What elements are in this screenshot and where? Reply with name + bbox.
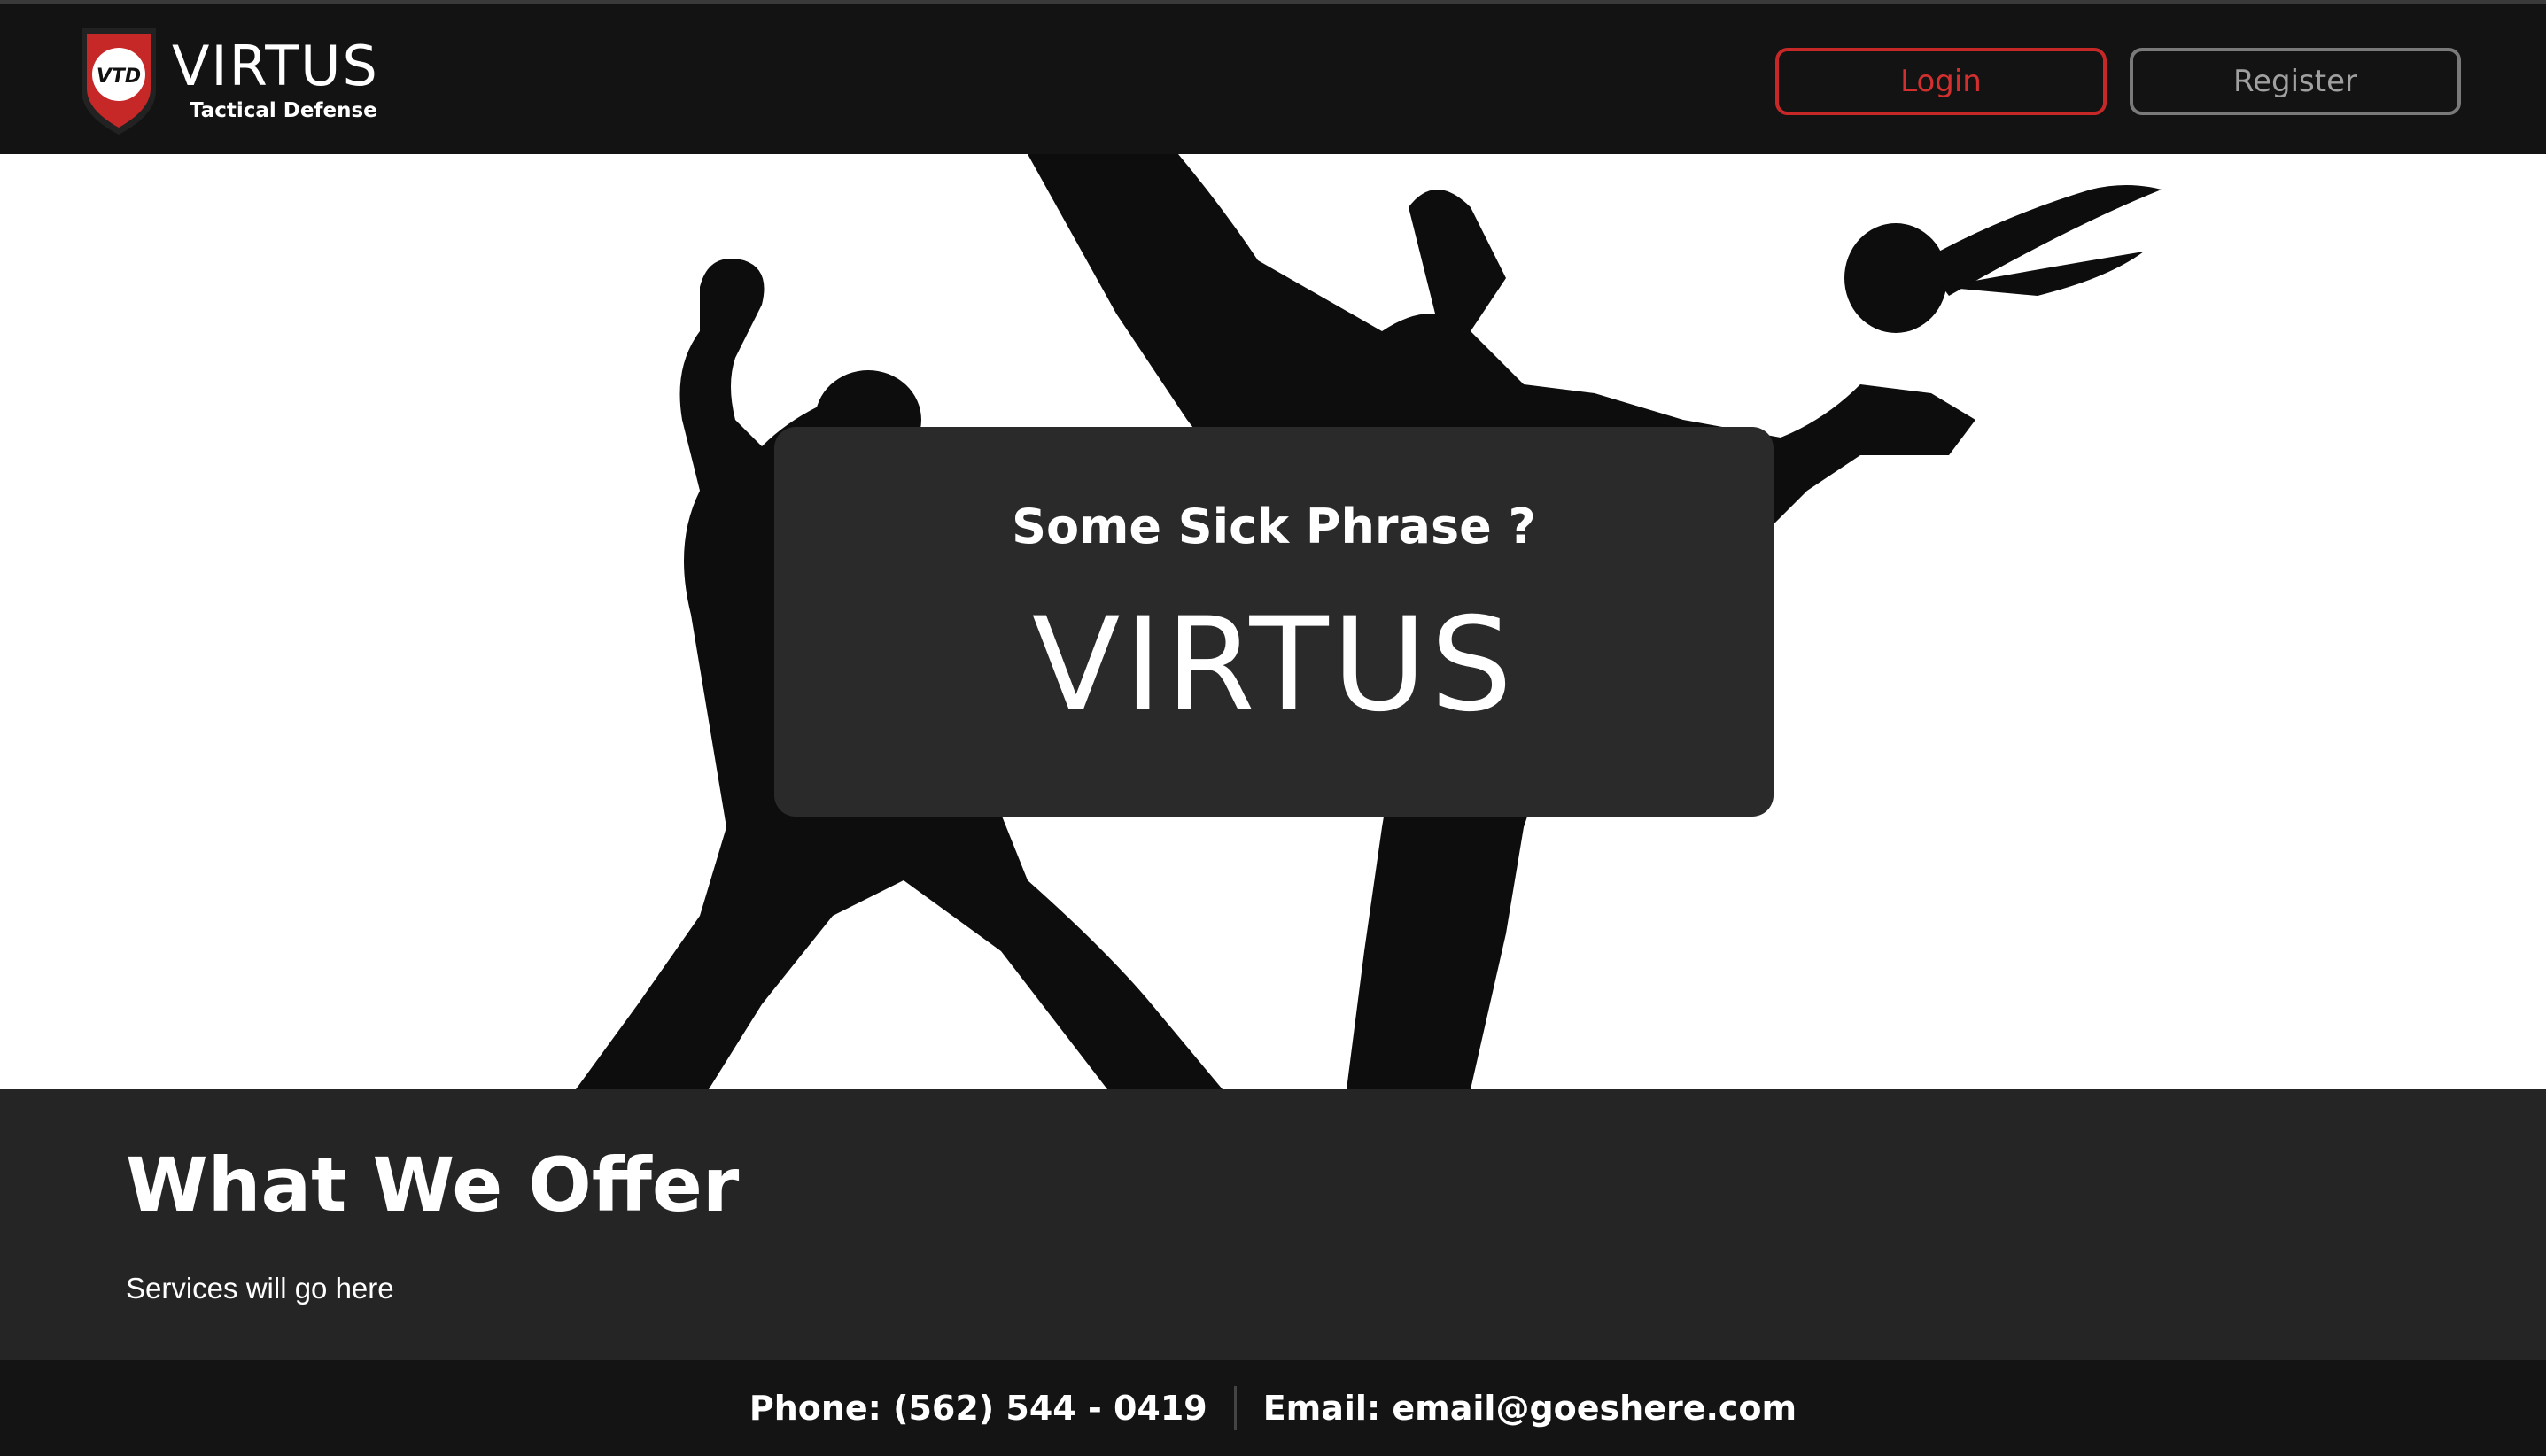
hero-section: Some Sick Phrase ? VIRTUS	[0, 154, 2546, 1089]
page: VTD VIRTUS Tactical Defense Login Regist…	[0, 0, 2546, 1456]
register-button[interactable]: Register	[2130, 48, 2461, 115]
logo-badge-text: VTD	[97, 66, 141, 88]
footer: Phone: (562) 544 - 0419 Email: email@goe…	[0, 1360, 2546, 1456]
footer-email[interactable]: Email: email@goeshere.com	[1263, 1391, 1797, 1425]
shield-logo-icon: VTD	[82, 28, 156, 135]
hero-phrase: Some Sick Phrase ?	[1012, 499, 1536, 554]
footer-phone[interactable]: Phone: (562) 544 - 0419	[749, 1391, 1207, 1425]
footer-contact-row: Phone: (562) 544 - 0419 Email: email@goe…	[0, 1360, 2546, 1456]
brand-tagline: Tactical Defense	[190, 99, 377, 122]
brand-logo[interactable]: VTD VIRTUS Tactical Defense	[76, 23, 431, 138]
login-button[interactable]: Login	[1775, 48, 2107, 115]
footer-divider	[1233, 1386, 1237, 1430]
offer-section: What We Offer Services will go here	[0, 1089, 2546, 1360]
offer-heading: What We Offer	[126, 1142, 740, 1228]
hero-title: VIRTUS	[1031, 590, 1517, 740]
brand-name: VIRTUS	[172, 34, 379, 98]
offer-description: Services will go here	[126, 1272, 394, 1305]
hero-card: Some Sick Phrase ? VIRTUS	[774, 427, 1774, 817]
top-navbar: VTD VIRTUS Tactical Defense Login Regist…	[0, 0, 2546, 154]
